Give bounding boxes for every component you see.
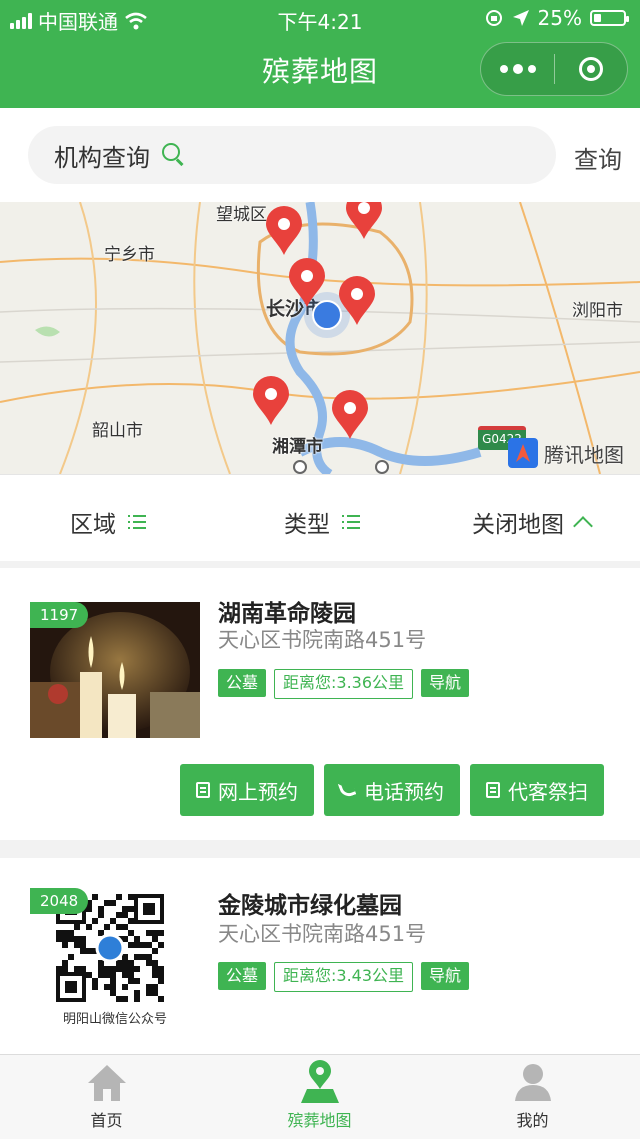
user-icon — [515, 1064, 551, 1101]
close-map-toggle[interactable]: 关闭地图 — [472, 505, 593, 539]
map-marker[interactable] — [344, 202, 384, 240]
filter-type[interactable]: 类型 — [284, 505, 360, 539]
filter-type-label: 类型 — [284, 512, 330, 538]
orientation-lock-icon — [485, 10, 502, 26]
list-icon — [342, 514, 360, 530]
listing-image: 2048 明阳山微信公众号 — [30, 888, 200, 1024]
listing-address: 天心区书院南路451号 — [218, 922, 427, 946]
listing-card[interactable]: 2048 明阳山微信公众号 金陵城市绿化墓园 天心区书院南路451号 公墓 距离… — [0, 858, 640, 1054]
top-bar: 中国联通 下午4:21 25% 殡葬地图 — [0, 0, 640, 108]
distance-tag: 距离您:3.43公里 — [274, 962, 414, 992]
map-marker[interactable] — [264, 206, 304, 256]
map-icon — [301, 1060, 339, 1103]
listing-image: 1197 — [30, 602, 200, 738]
tab-mine[interactable]: 我的 — [426, 1055, 639, 1139]
phone-icon — [340, 781, 356, 799]
list-icon — [128, 514, 146, 530]
document-icon — [486, 782, 500, 798]
proxy-sweeping-button[interactable]: 代客祭扫 — [470, 764, 604, 816]
bottom-tab-bar: 首页 殡葬地图 我的 — [0, 1054, 640, 1139]
map-label: 望城区 — [216, 205, 267, 225]
map-label: 湘潭市 — [272, 437, 323, 457]
close-map-label: 关闭地图 — [472, 512, 564, 538]
map-provider-label: 腾讯地图 — [544, 442, 624, 467]
map-marker[interactable] — [251, 376, 291, 426]
online-booking-button[interactable]: 网上预约 — [180, 764, 314, 816]
online-booking-label: 网上预约 — [218, 779, 298, 804]
tab-home-label: 首页 — [90, 1111, 123, 1130]
query-button[interactable]: 查询 — [574, 140, 622, 175]
map-poi-dot — [375, 460, 389, 474]
map-label: 宁乡市 — [104, 245, 155, 265]
map-marker[interactable] — [337, 276, 377, 326]
map-marker[interactable] — [330, 390, 370, 440]
proxy-sweeping-label: 代客祭扫 — [508, 779, 588, 804]
listing-count-badge: 2048 — [30, 888, 89, 914]
map-marker[interactable] — [287, 258, 327, 308]
listing-name[interactable]: 湖南革命陵园 — [218, 594, 356, 628]
filter-region[interactable]: 区域 — [70, 505, 146, 539]
phone-booking-label: 电话预约 — [364, 779, 444, 804]
tab-map-label: 殡葬地图 — [287, 1111, 352, 1130]
tab-home[interactable]: 首页 — [0, 1055, 213, 1139]
listing-address: 天心区书院南路451号 — [218, 628, 427, 652]
battery-percent: 25% — [537, 6, 582, 30]
map-provider-logo: 腾讯地图 — [508, 438, 624, 468]
search-placeholder: 机构查询 — [54, 143, 150, 172]
category-tag: 公墓 — [218, 962, 267, 990]
location-arrow-icon — [512, 10, 529, 26]
mini-program-capsule — [480, 42, 628, 96]
navigate-tag[interactable]: 导航 — [421, 962, 470, 990]
filter-region-label: 区域 — [70, 512, 116, 538]
battery-icon — [590, 10, 629, 26]
filter-bar: 区域 类型 关闭地图 — [0, 474, 640, 561]
tab-mine-label: 我的 — [516, 1111, 549, 1130]
listing-count-badge: 1197 — [30, 602, 89, 628]
tencent-map-icon — [508, 438, 538, 468]
search-bar: 机构查询 查询 — [0, 108, 640, 202]
document-icon — [196, 782, 210, 798]
distance-tag: 距离您:3.36公里 — [274, 669, 414, 699]
map-poi-dot — [293, 460, 307, 474]
search-icon[interactable] — [162, 143, 186, 167]
category-tag: 公墓 — [218, 669, 267, 697]
qr-caption: 明阳山微信公众号 — [62, 1012, 167, 1024]
status-bar: 中国联通 下午4:21 25% — [0, 0, 640, 36]
tab-map[interactable]: 殡葬地图 — [213, 1055, 426, 1139]
listing-card[interactable]: 1197 湖南革命陵园 天心区书院南路451号 公墓 距离您:3.36公里 导航… — [0, 568, 640, 840]
map-label: 韶山市 — [92, 421, 143, 441]
map-view[interactable]: 望城区 宁乡市 长沙市 浏阳市 韶山市 湘潭市 G0422 腾讯地图 — [0, 202, 640, 474]
home-icon — [88, 1065, 126, 1101]
target-icon[interactable] — [555, 43, 627, 95]
more-dots-icon[interactable] — [481, 43, 554, 95]
phone-booking-button[interactable]: 电话预约 — [324, 764, 460, 816]
chevron-up-icon — [573, 516, 593, 536]
map-label: 浏阳市 — [572, 301, 623, 321]
navigate-tag[interactable]: 导航 — [421, 669, 470, 697]
listing-name[interactable]: 金陵城市绿化墓园 — [218, 886, 402, 920]
search-input[interactable]: 机构查询 — [28, 126, 556, 184]
